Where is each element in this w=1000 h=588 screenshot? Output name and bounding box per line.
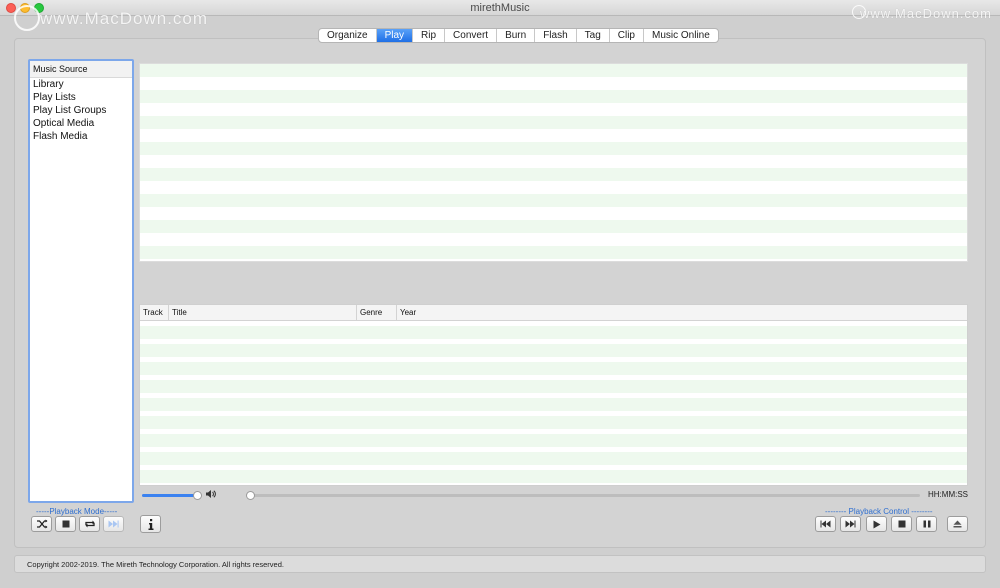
tab-burn[interactable]: Burn xyxy=(497,29,536,42)
copyright-text: Copyright 2002-2019. The Mireth Technolo… xyxy=(27,560,284,569)
column-header-genre[interactable]: Genre xyxy=(357,305,397,320)
track-table-rows[interactable] xyxy=(140,321,967,485)
shuffle-button[interactable] xyxy=(31,516,52,532)
skip-forward-icon xyxy=(845,520,856,528)
stop-icon xyxy=(898,520,906,528)
watermark-left: www.MacDown.com xyxy=(40,9,209,28)
tab-music-online[interactable]: Music Online xyxy=(644,29,718,42)
skip-back-icon xyxy=(820,520,831,528)
stop-square-icon xyxy=(62,520,70,528)
eject-icon xyxy=(953,520,962,528)
playback-mode-label: -----Playback Mode----- xyxy=(36,507,118,516)
position-slider-knob[interactable] xyxy=(246,491,255,500)
info-icon xyxy=(148,518,154,530)
column-header-track[interactable]: Track xyxy=(140,305,169,320)
source-item-play-list-groups[interactable]: Play List Groups xyxy=(30,104,132,117)
watermark-logo-icon xyxy=(14,5,40,31)
mode-tabs: Organize Play Rip Convert Burn Flash Tag… xyxy=(318,28,719,43)
playback-control-label: -------- Playback Control -------- xyxy=(825,507,933,516)
tab-convert[interactable]: Convert xyxy=(445,29,498,42)
music-source-list[interactable]: Music Source Library Play Lists Play Lis… xyxy=(28,59,134,503)
play-button[interactable] xyxy=(866,516,887,532)
source-item-play-lists[interactable]: Play Lists xyxy=(30,91,132,104)
volume-fill xyxy=(142,494,198,497)
column-header-year[interactable]: Year xyxy=(397,305,967,320)
next-track-button[interactable] xyxy=(840,516,861,532)
play-icon xyxy=(873,520,881,529)
tab-rip[interactable]: Rip xyxy=(413,29,446,42)
shuffle-icon xyxy=(36,519,48,529)
repeat-button[interactable] xyxy=(79,516,100,532)
watermark-right: www.MacDown.com xyxy=(859,6,992,21)
tab-organize[interactable]: Organize xyxy=(319,29,377,42)
volume-slider-knob[interactable] xyxy=(193,491,202,500)
eject-button[interactable] xyxy=(947,516,968,532)
tab-play[interactable]: Play xyxy=(376,29,414,42)
tab-clip[interactable]: Clip xyxy=(610,29,644,42)
repeat-icon xyxy=(84,519,96,529)
previous-track-button[interactable] xyxy=(815,516,836,532)
speaker-icon xyxy=(205,489,216,502)
stop-after-button[interactable] xyxy=(55,516,76,532)
source-item-optical-media[interactable]: Optical Media xyxy=(30,117,132,130)
position-slider[interactable] xyxy=(246,491,920,500)
fast-forward-icon xyxy=(108,520,119,528)
browser-pane[interactable] xyxy=(139,63,968,262)
track-table-header: Track Title Genre Year xyxy=(140,305,967,321)
tab-tag[interactable]: Tag xyxy=(577,29,610,42)
pause-button[interactable] xyxy=(916,516,937,532)
music-source-header[interactable]: Music Source xyxy=(30,61,132,78)
source-item-library[interactable]: Library xyxy=(30,78,132,91)
time-display: HH:MM:SS xyxy=(928,490,968,499)
info-button[interactable] xyxy=(140,515,161,533)
continuous-play-button[interactable] xyxy=(103,516,124,532)
tab-flash[interactable]: Flash xyxy=(535,29,577,42)
column-header-title[interactable]: Title xyxy=(169,305,357,320)
track-table[interactable]: Track Title Genre Year xyxy=(139,304,968,486)
source-item-flash-media[interactable]: Flash Media xyxy=(30,130,132,143)
volume-slider[interactable] xyxy=(142,491,202,500)
status-bar: Copyright 2002-2019. The Mireth Technolo… xyxy=(14,555,986,573)
pause-icon xyxy=(923,520,931,528)
stop-button[interactable] xyxy=(891,516,912,532)
